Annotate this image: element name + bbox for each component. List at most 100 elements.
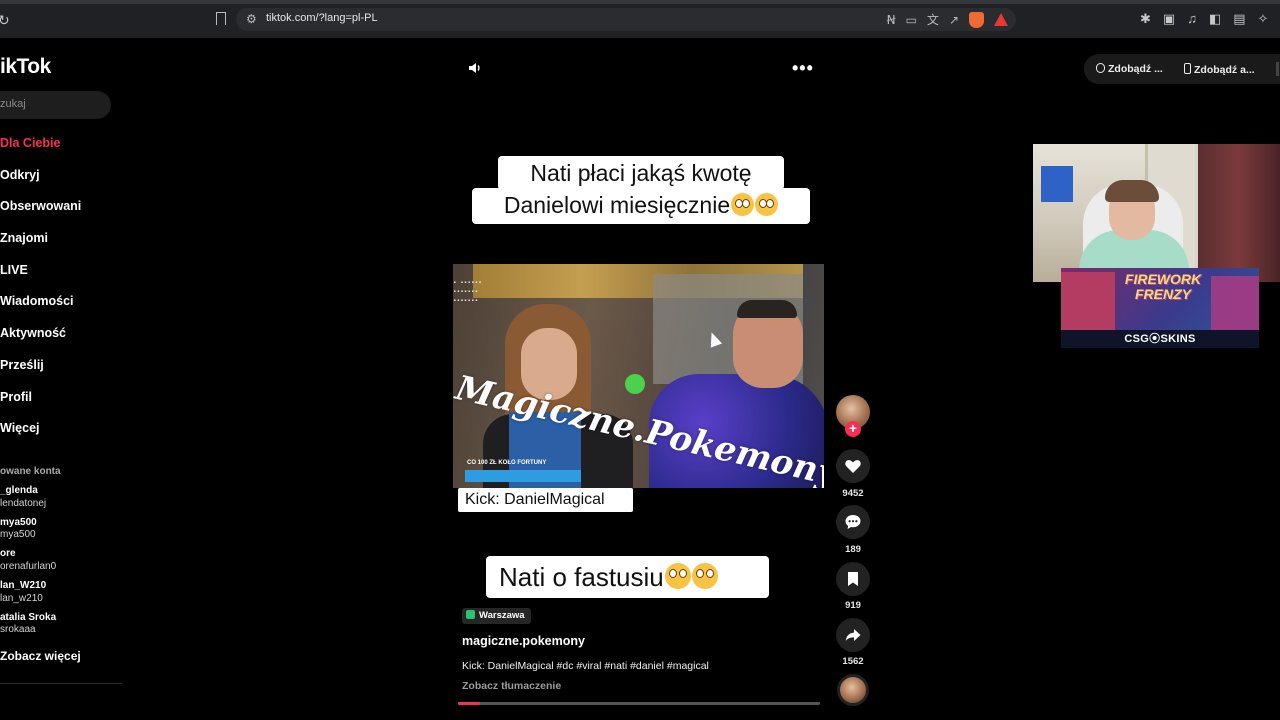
flushed-emoji-icon — [731, 193, 755, 216]
sidebar-item-explore[interactable]: Odkryj — [0, 165, 81, 197]
sidebar-icon[interactable]: ◧ — [1209, 11, 1221, 27]
phone-icon — [1184, 63, 1191, 74]
reading-list-icon[interactable]: ▣ — [1163, 11, 1175, 27]
extensions-icon[interactable]: ✱ — [1140, 11, 1151, 27]
caption-bottom-text: Nati o fastusiu — [499, 562, 664, 592]
fortuna-text: CO 100 ZŁ KOŁO FORTUNY — [467, 460, 547, 466]
comment-button[interactable] — [836, 505, 870, 539]
sidebar-item-upload[interactable]: Prześlij — [0, 355, 81, 387]
sidebar-item-following[interactable]: Obserwowani — [0, 196, 81, 228]
location-badge[interactable]: Warszawa — [462, 608, 531, 624]
search-placeholder: zukaj — [0, 98, 26, 110]
share-arrow-icon — [845, 629, 861, 641]
followed-account[interactable]: ore orenafurlan0 — [0, 548, 56, 580]
account-handle: srokaaa — [0, 624, 36, 636]
caption-top-line2: Danielowi miesięcznie — [503, 192, 731, 218]
ad-title: FIREWORK FRENZY — [1124, 271, 1202, 302]
reload-icon[interactable]: ↻ — [0, 12, 10, 29]
account-name: ore — [0, 548, 16, 560]
coin-icon — [1096, 63, 1105, 73]
caption-top-line2-box: Danielowi miesięcznie — [472, 188, 810, 224]
ad-building-right — [1211, 276, 1259, 330]
tiktok-logo[interactable]: ikTok — [0, 55, 51, 79]
sidebar-item-live[interactable]: LIVE — [0, 260, 81, 292]
account-name: atalia Sroka — [0, 611, 57, 623]
more-options-icon[interactable]: ••• — [792, 58, 814, 79]
ad-building-left — [1061, 272, 1115, 330]
account-handle: mya500 — [0, 529, 36, 541]
sidebar: ikTok zukaj Dla Ciebie Odkryj Obserwowan… — [0, 38, 125, 720]
ad-brand: CSG⦿SKINS — [1061, 330, 1259, 348]
followed-accounts-list: _glenda lendatonej mya500 mya500 ore ore… — [0, 485, 56, 643]
followed-account[interactable]: lan_W210 lan_w210 — [0, 580, 56, 612]
media-icon[interactable]: ♫ — [1187, 11, 1197, 27]
sidebar-item-friends[interactable]: Znajomi — [0, 228, 81, 260]
blue-bin — [1041, 166, 1073, 202]
location-label: Warszawa — [479, 610, 525, 621]
flushed-emoji-icon — [664, 563, 691, 589]
see-translation-link[interactable]: Zobacz tłumaczenie — [462, 680, 561, 692]
follow-plus-icon[interactable]: + — [845, 421, 861, 437]
get-coins-button[interactable]: Zdobądź ... — [1096, 63, 1163, 75]
address-bar-actions: Ꞥ ▭ 文 ↗ — [887, 11, 1008, 28]
streamer-hair — [1105, 180, 1159, 202]
account-handle: lan_w210 — [0, 592, 43, 604]
sidebar-item-more[interactable]: Więcej — [0, 418, 81, 450]
sidebar-item-activity[interactable]: Aktywność — [0, 323, 81, 355]
browser-toolbar: ↻ ⚙ tiktok.com/?lang=pl-PL Ꞥ ▭ 文 ↗ ✱ ▣ ♫… — [0, 0, 1280, 38]
comment-icon — [845, 515, 861, 529]
volume-icon[interactable] — [467, 60, 483, 76]
site-settings-icon[interactable]: ⚙ — [246, 12, 257, 26]
flushed-emoji-icon — [691, 563, 718, 589]
video-progress-fill — [458, 702, 480, 705]
get-app-button[interactable]: Zdobądź a... — [1184, 63, 1255, 76]
music-disc-icon[interactable] — [837, 674, 869, 706]
brave-shields-icon[interactable] — [969, 11, 984, 28]
share-count: 1562 — [842, 656, 864, 667]
address-bar[interactable]: ⚙ tiktok.com/?lang=pl-PL Ꞥ ▭ 文 ↗ — [236, 8, 1016, 31]
brave-rewards-icon[interactable] — [994, 13, 1008, 26]
location-pin-icon — [466, 610, 475, 619]
account-handle: orenafurlan0 — [0, 560, 57, 572]
caption-top: Nati płaci jakąś kwotę Danielowi miesięc… — [472, 156, 810, 224]
caption-top-line1-box: Nati płaci jakąś kwotę — [498, 156, 784, 190]
followed-account[interactable]: atalia Sroka srokaaa — [0, 612, 56, 644]
fortuna-bar — [465, 470, 581, 482]
sidebar-item-messages[interactable]: Wiadomości — [0, 291, 81, 323]
share-button[interactable] — [836, 618, 870, 652]
heart-icon — [845, 460, 861, 473]
sidebar-item-profile[interactable]: Profil — [0, 387, 81, 419]
caption-bottom: Nati o fastusiu — [486, 556, 769, 598]
account-name: _glenda — [0, 485, 38, 496]
top-actions: Zdobądź ... Zdobądź a... — [1084, 54, 1280, 84]
leo-icon[interactable]: ✧ — [1258, 11, 1269, 27]
get-coins-label: Zdobądź ... — [1108, 63, 1163, 75]
tab-strip — [0, 0, 1280, 4]
no-tracking-icon[interactable]: Ꞥ — [887, 13, 896, 27]
followed-account[interactable]: _glenda lendatonej — [0, 485, 56, 517]
share-icon[interactable]: ↗ — [949, 13, 959, 27]
curtain — [1198, 144, 1280, 282]
video-description: Kick: DanielMagical #dc #viral #nati #da… — [462, 660, 709, 672]
like-button[interactable] — [836, 449, 870, 483]
author-name[interactable]: magiczne.pokemony — [462, 634, 585, 648]
save-count: 919 — [845, 600, 861, 611]
account-handle: lendatonej — [0, 497, 47, 509]
see-more-link[interactable]: Zobacz więcej — [0, 649, 81, 663]
bookmark-icon[interactable] — [216, 12, 226, 25]
sidebar-nav: Dla Ciebie Odkryj Obserwowani Znajomi LI… — [0, 133, 81, 450]
search-input[interactable]: zukaj — [0, 91, 111, 119]
video-progress-bar[interactable] — [458, 702, 820, 705]
green-toy — [625, 374, 645, 394]
sidebar-divider — [0, 683, 122, 684]
save-button[interactable] — [836, 562, 870, 596]
kick-label: Kick: DanielMagical — [458, 488, 633, 512]
translate-icon[interactable]: 文 — [927, 11, 939, 28]
cast-icon[interactable]: ▭ — [906, 13, 917, 27]
url-text[interactable]: tiktok.com/?lang=pl-PL — [266, 12, 378, 24]
sidebar-item-for-you[interactable]: Dla Ciebie — [0, 133, 81, 165]
followed-account[interactable]: mya500 mya500 — [0, 517, 56, 549]
caption-top-line1: Nati płaci jakąś kwotę — [530, 160, 752, 186]
video-frame[interactable]: ▪ ▪▪▪▪▪▪ ▪▪▪▪▪▪▪ ▪▪▪▪▪▪▪ Magiczne.Pokemony… — [453, 264, 824, 488]
wallet-icon[interactable]: ▤ — [1233, 11, 1245, 27]
